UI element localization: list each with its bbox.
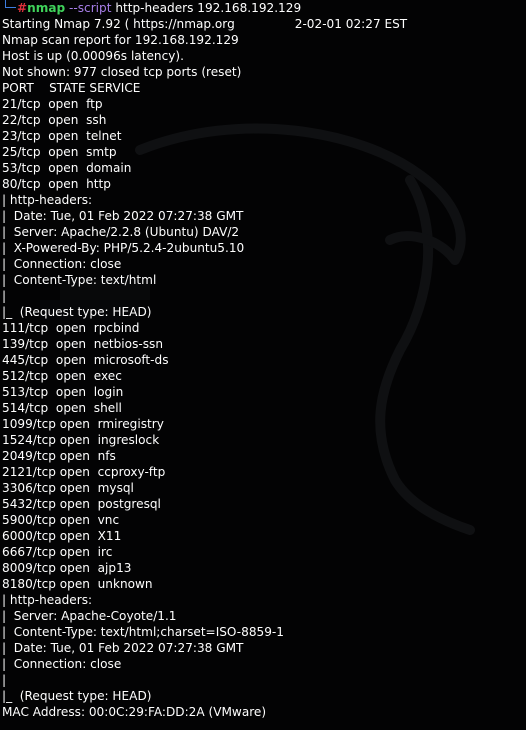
output-line: 23/tcp open telnet [2,129,122,143]
output-line: |_ (Request type: HEAD) [2,689,152,703]
output-line: | Server: Apache-Coyote/1.1 [2,609,177,623]
output-line: | Date: Tue, 01 Feb 2022 07:27:38 GMT [2,641,244,655]
output-line: 8009/tcp open ajp13 [2,561,132,575]
output-line: | Content-Type: text/html [2,273,157,287]
output-line: 1099/tcp open rmiregistry [2,417,164,431]
start-timestamp: 2-02-01 02:27 EST [294,17,408,31]
output-line: | http-headers: [2,193,93,207]
output-line: PORT STATE SERVICE [2,81,141,95]
output-line: 513/tcp open login [2,385,124,399]
output-line: | [2,673,7,687]
prompt-hash: # [17,1,28,15]
output-line: Host is up (0.00096s latency). [2,49,184,63]
output-line: | [2,289,7,303]
output-line: 445/tcp open microsoft-ds [2,353,169,367]
output-line: 514/tcp open shell [2,401,122,415]
output-line: | Content-Type: text/html;charset=ISO-88… [2,625,284,639]
output-line: 5900/tcp open vnc [2,513,120,527]
output-line: 2121/tcp open ccproxy-ftp [2,465,166,479]
command-name: nmap [27,1,66,15]
output-line: 22/tcp open ssh [2,113,107,127]
output-line: | Server: Apache/2.2.8 (Ubuntu) DAV/2 [2,225,240,239]
output-line: | Connection: close [2,657,122,671]
prompt-corner-icon [5,0,16,8]
output-line: 1524/tcp open ingreslock [2,433,160,447]
output-line: 8180/tcp open unknown [2,577,153,591]
output-line: 5432/tcp open postgresql [2,497,161,511]
output-line: 2049/tcp open nfs [2,449,116,463]
output-line: 512/tcp open exec [2,369,122,383]
command-args: http-headers 192.168.192.129 [115,1,302,15]
output-line: Not shown: 977 closed tcp ports (reset) [2,65,242,79]
output-line: 25/tcp open smtp [2,145,117,159]
nmap-start-line: Starting Nmap 7.92 ( https://nmap.org 2-0… [2,16,526,32]
terminal-output: #nmap --script http-headers 192.168.192.… [2,0,526,720]
command-option: --script [69,1,112,15]
terminal-window[interactable]: #nmap --script http-headers 192.168.192.… [0,0,526,730]
output-line: 6667/tcp open irc [2,545,113,559]
output-line: 53/tcp open domain [2,161,132,175]
output-line: Nmap scan report for 192.168.192.129 [2,33,239,47]
command-prompt-line[interactable]: #nmap --script http-headers 192.168.192.… [2,0,526,16]
output-line: MAC Address: 00:0C:29:FA:DD:2A (VMware) [2,705,267,719]
output-line: 6000/tcp open X11 [2,529,122,543]
output-line: | X-Powered-By: PHP/5.2.4-2ubuntu5.10 [2,241,245,255]
output-line: | Connection: close [2,257,122,271]
output-line: 3306/tcp open mysql [2,481,134,495]
output-line: |_ (Request type: HEAD) [2,305,152,319]
start-text: Starting Nmap 7.92 ( https://nmap.org [2,17,235,31]
output-line: | Date: Tue, 01 Feb 2022 07:27:38 GMT [2,209,244,223]
output-line: | http-headers: [2,593,93,607]
output-line: 21/tcp open ftp [2,97,103,111]
output-line: 139/tcp open netbios-ssn [2,337,163,351]
output-line: 111/tcp open rpcbind [2,321,140,335]
output-line: 80/tcp open http [2,177,111,191]
